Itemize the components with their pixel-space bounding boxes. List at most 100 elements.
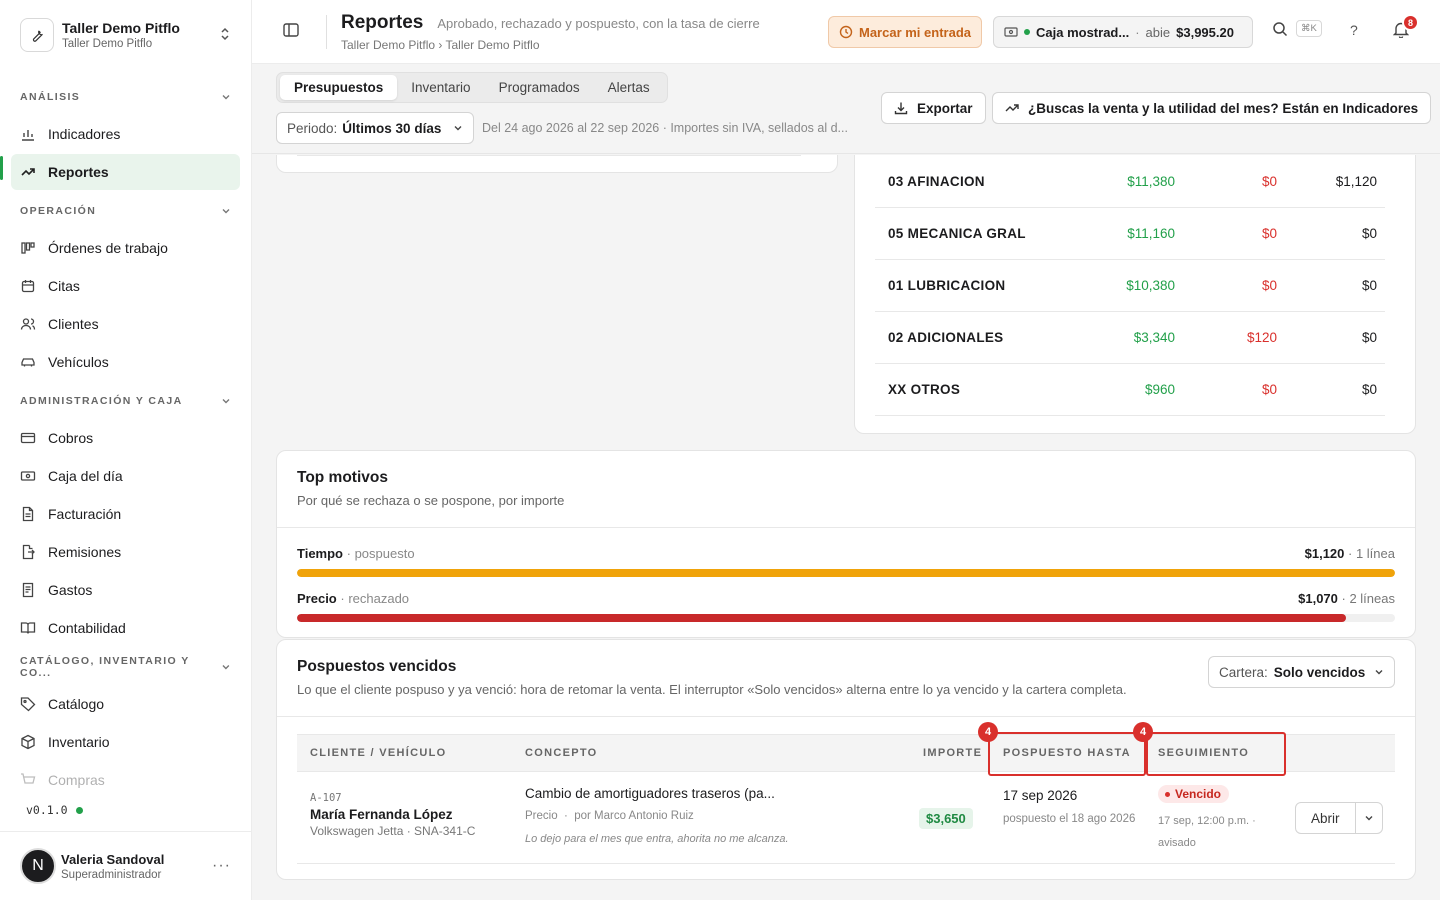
highlight-badge: 4 — [1133, 722, 1153, 742]
sidebar-item-contabilidad[interactable]: Contabilidad — [11, 610, 240, 646]
sidebar: Taller Demo Pitflo Taller Demo Pitflo AN… — [0, 0, 252, 900]
column-header-client[interactable]: CLIENTE / VEHÍCULO — [310, 747, 446, 759]
trending-up-icon — [1005, 104, 1019, 112]
wrench-icon — [20, 18, 54, 52]
search-button[interactable]: ⌘K — [1272, 20, 1322, 37]
sidebar-item-compras[interactable]: Compras — [11, 762, 240, 798]
cash-register-status: abie — [1145, 24, 1171, 40]
rejected-amount: $0 — [1261, 226, 1277, 241]
cash-icon — [1004, 27, 1018, 37]
section-label: CATÁLOGO, INVENTARIO Y CO... — [20, 655, 190, 679]
section-operacion[interactable]: OPERACIÓN — [0, 192, 251, 230]
highlight-badge: 4 — [978, 722, 998, 742]
tab-presupuestos[interactable]: Presupuestos — [280, 75, 398, 100]
user-role: Superadministrador — [61, 868, 162, 881]
sidebar-item-label: Vehículos — [48, 354, 109, 370]
section-administracion[interactable]: ADMINISTRACIÓN Y CAJA — [0, 382, 251, 420]
status-badge: Vencido — [1158, 785, 1230, 803]
followup-note: 17 sep, 12:00 p.m. · avisado — [1158, 815, 1256, 849]
sidebar-item-gastos[interactable]: Gastos — [11, 572, 240, 608]
rejected-amount: $0 — [1261, 278, 1277, 293]
sidebar-item-inventario[interactable]: Inventario — [11, 724, 240, 760]
sidebar-item-reportes[interactable]: Reportes — [11, 154, 240, 190]
app-version: v0.1.0 — [26, 803, 83, 817]
sidebar-item-caja[interactable]: Caja del día — [11, 458, 240, 494]
clock-in-button[interactable]: Marcar mi entrada — [828, 16, 982, 48]
sidebar-item-remisiones[interactable]: Remisiones — [11, 534, 240, 570]
sidebar-item-label: Órdenes de trabajo — [48, 240, 168, 256]
tag-icon — [20, 697, 36, 712]
status-dot — [1165, 791, 1170, 797]
approved-amount: $960 — [1144, 382, 1175, 397]
more-horizontal-icon[interactable]: ··· — [212, 857, 231, 875]
column-header-amount[interactable]: IMPORTE — [923, 747, 982, 759]
indicators-link-button[interactable]: ¿Buscas la venta y la utilidad del mes? … — [992, 92, 1432, 124]
chevron-down-icon[interactable] — [1356, 813, 1382, 823]
category-name: 05 MECANICA GRAL — [888, 226, 1026, 241]
motivo-bar-track — [297, 614, 1395, 622]
table-row[interactable]: A-107 María Fernanda López Volkswagen Je… — [297, 772, 1395, 864]
concept-author: por Marco Antonio Ruiz — [574, 810, 694, 822]
sidebar-toggle-icon[interactable] — [282, 21, 300, 42]
clock-icon — [839, 25, 853, 39]
topbar: Reportes Aprobado, rechazado y pospuesto… — [252, 0, 1440, 64]
section-analisis[interactable]: ANÁLISIS — [0, 78, 251, 116]
sidebar-item-ordenes[interactable]: Órdenes de trabajo — [11, 230, 240, 266]
section-label: ANÁLISIS — [20, 91, 81, 103]
approved-amount: $11,160 — [1127, 226, 1175, 241]
breadcrumb: Taller Demo Pitflo › Taller Demo Pitflo — [341, 37, 540, 52]
file-text-icon — [22, 506, 34, 522]
user-name: Valeria Sandoval — [61, 851, 165, 867]
sidebar-item-label: Gastos — [48, 582, 93, 598]
column-header-concept[interactable]: CONCEPTO — [525, 747, 598, 759]
sidebar-item-label: Inventario — [48, 734, 110, 750]
tab-inventario[interactable]: Inventario — [397, 75, 484, 100]
period-select[interactable]: Periodo: Últimos 30 días — [276, 112, 474, 144]
approved-amount: $10,380 — [1126, 278, 1175, 293]
table-row: 02 ADICIONALES $3,340 $120 $0 — [875, 312, 1385, 364]
sidebar-item-catalogo[interactable]: Catálogo — [11, 686, 240, 722]
postponed-amount: $0 — [1361, 226, 1377, 241]
report-content: 03 AFINACION $11,380 $0 $1,120 05 MECANI… — [252, 155, 1440, 900]
motivo-item: Tiempo · pospuesto $1,120 · 1 línea — [297, 546, 1395, 577]
card-subtitle: Por qué se rechaza o se pospone, por imp… — [297, 493, 565, 508]
cash-register-selector[interactable]: Caja mostrad... · abie $3,995.20 — [993, 16, 1253, 48]
sidebar-item-facturacion[interactable]: Facturación — [11, 496, 240, 532]
sidebar-item-clientes[interactable]: Clientes — [11, 306, 240, 342]
cash-register-amount: $3,995.20 — [1176, 24, 1234, 40]
export-button[interactable]: Exportar — [881, 92, 986, 124]
sidebar-item-vehiculos[interactable]: Vehículos — [11, 344, 240, 380]
tab-alertas[interactable]: Alertas — [594, 75, 664, 100]
open-button[interactable]: Abrir — [1296, 803, 1356, 833]
subbar: Presupuestos Inventario Programados Aler… — [252, 64, 1440, 154]
postponed-note: pospuesto el 18 ago 2026 — [1003, 813, 1136, 825]
sidebar-item-cobros[interactable]: Cobros — [11, 420, 240, 456]
highlight-until — [988, 732, 1146, 776]
card-header: Top motivos Por qué se rechaza o se posp… — [277, 451, 1415, 528]
section-catalogo[interactable]: CATÁLOGO, INVENTARIO Y CO... — [0, 648, 251, 686]
table-row: XX OTROS $960 $0 $0 — [875, 364, 1385, 416]
file-export-icon — [22, 544, 35, 560]
receipt-icon — [22, 582, 34, 598]
rejected-amount: $0 — [1261, 382, 1277, 397]
export-label: Exportar — [917, 100, 973, 116]
workspace-sub: Taller Demo Pitflo — [62, 38, 153, 50]
amount-badge: $3,650 — [919, 808, 973, 829]
help-icon[interactable]: ? — [1350, 22, 1358, 38]
sidebar-item-citas[interactable]: Citas — [11, 268, 240, 304]
category-name: 01 LUBRICACION — [888, 278, 1006, 293]
cartera-select[interactable]: Cartera: Solo vencidos — [1208, 656, 1395, 688]
period-value: Últimos 30 días — [342, 120, 442, 136]
divider — [297, 155, 801, 156]
rejected-amount: $0 — [1261, 174, 1277, 189]
motivo-item: Precio · rechazado $1,070 · 2 líneas — [297, 591, 1395, 622]
open-split-button: Abrir — [1295, 802, 1383, 834]
user-menu[interactable]: N Valeria Sandoval Superadministrador ··… — [0, 831, 251, 900]
bar-chart-icon — [22, 130, 34, 141]
postponed-amount: $0 — [1361, 278, 1377, 293]
sidebar-item-indicadores[interactable]: Indicadores — [11, 116, 240, 152]
tab-programados[interactable]: Programados — [485, 75, 594, 100]
workspace-switcher[interactable]: Taller Demo Pitflo Taller Demo Pitflo — [0, 0, 251, 70]
quote-code: A-107 — [310, 792, 342, 804]
vehicle-info: Volkswagen Jetta · SNA-341-C — [310, 824, 476, 838]
